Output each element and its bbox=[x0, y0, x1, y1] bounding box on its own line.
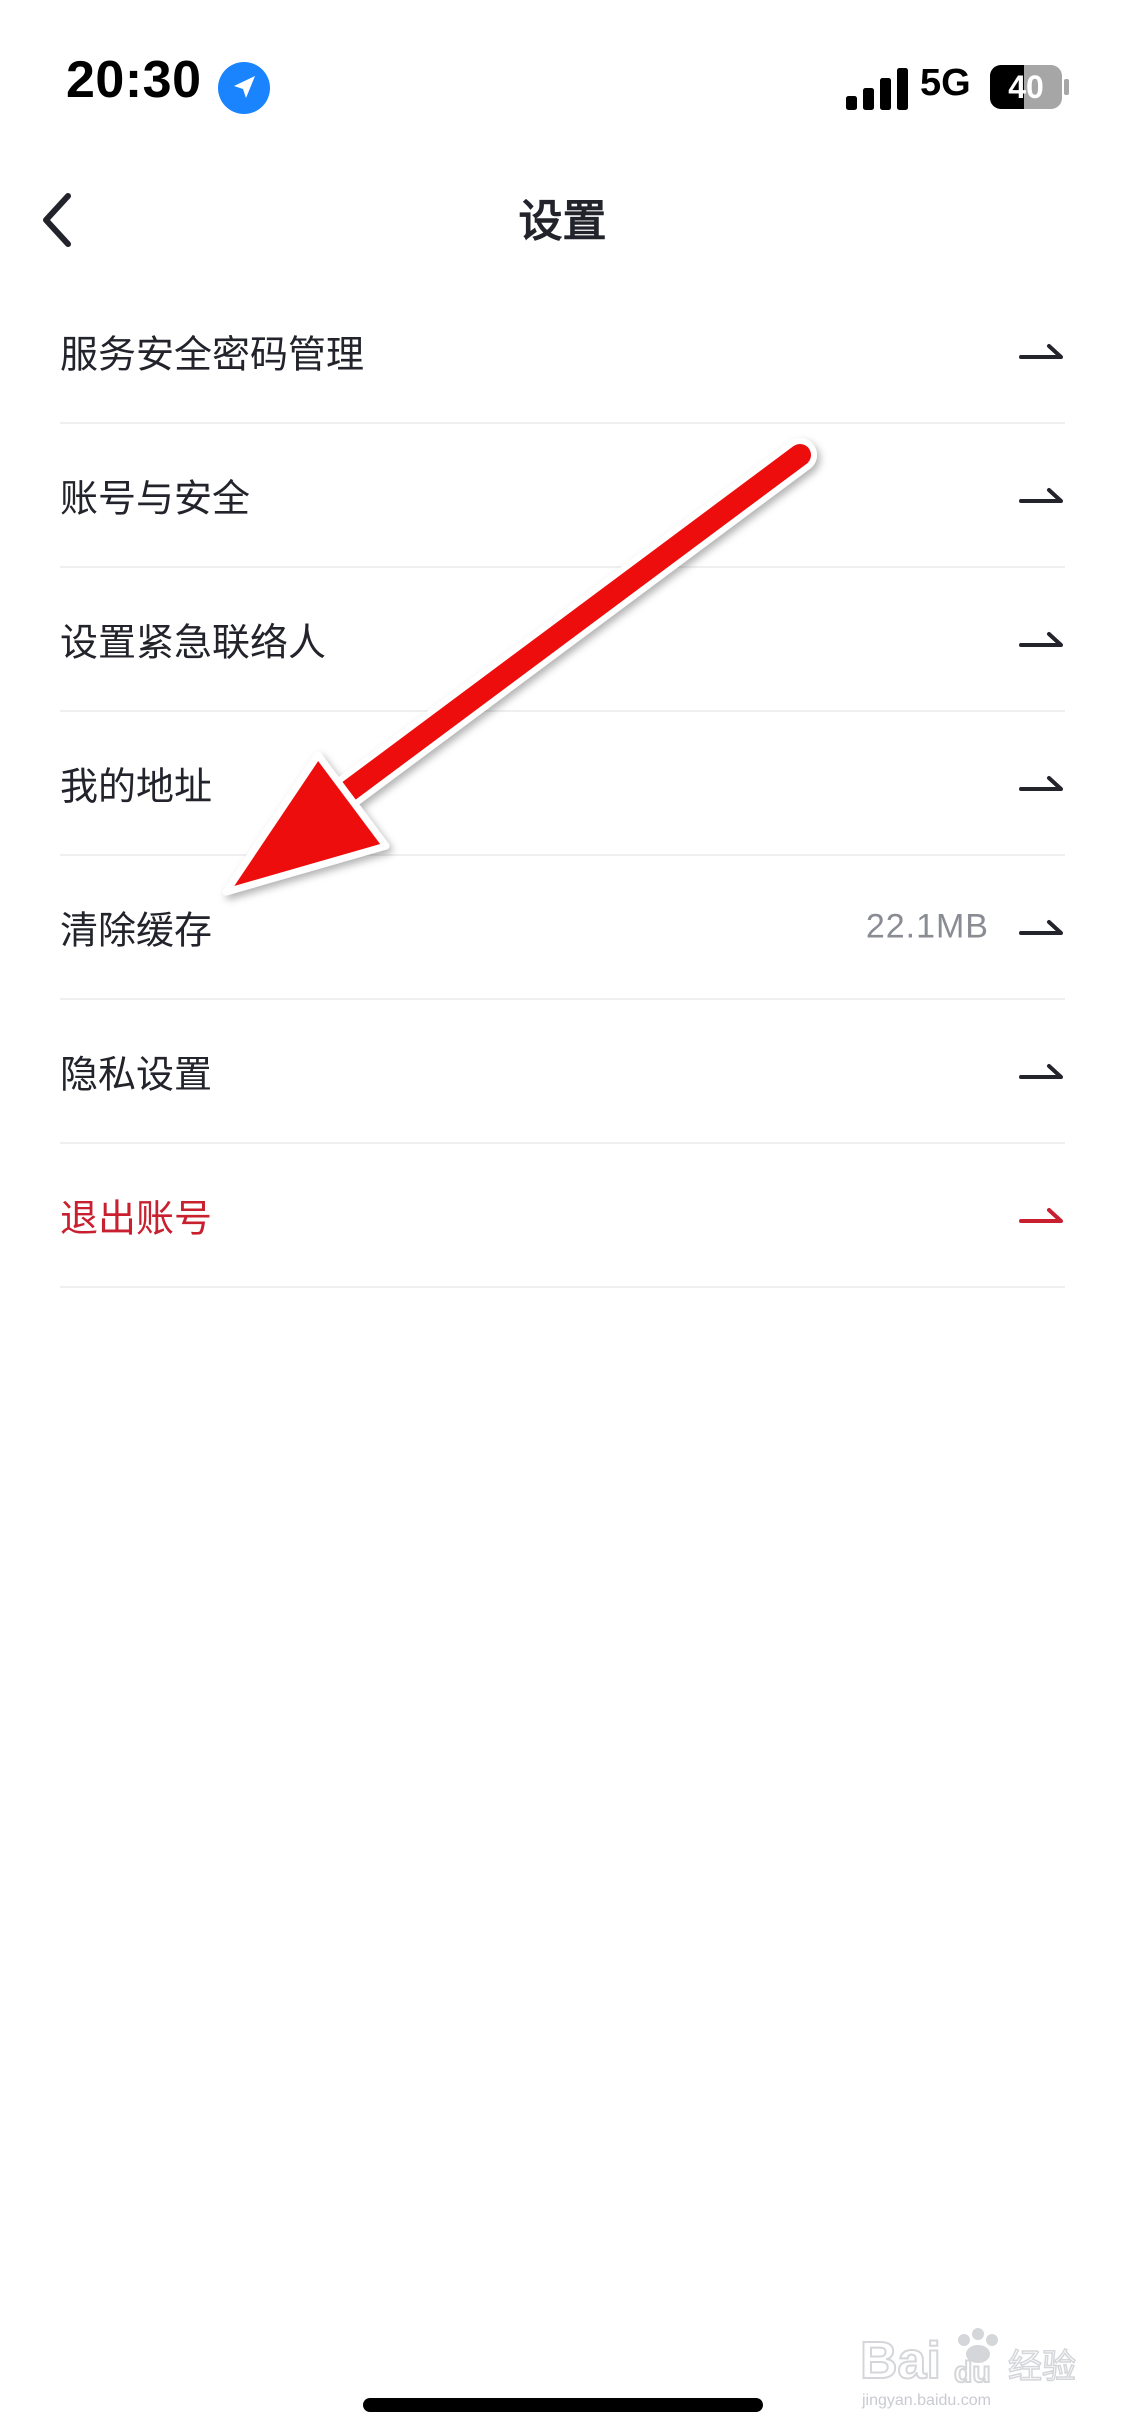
settings-item-label: 我的地址 bbox=[60, 764, 213, 809]
settings-item-clear-cache[interactable]: 清除缓存 22.1MB bbox=[60, 856, 1065, 1000]
cache-size-value: 22.1MB bbox=[865, 907, 989, 946]
arrow-right-icon bbox=[1019, 920, 1063, 935]
settings-item-label: 清除缓存 bbox=[60, 908, 213, 953]
svg-text:du: du bbox=[954, 2356, 991, 2389]
settings-item-emergency-contact[interactable]: 设置紧急联络人 bbox=[60, 568, 1065, 712]
settings-item-label: 账号与安全 bbox=[60, 476, 251, 521]
settings-item-label: 服务安全密码管理 bbox=[60, 332, 365, 377]
location-arrow-icon bbox=[218, 62, 270, 114]
svg-text:Bai: Bai bbox=[860, 2332, 941, 2390]
settings-item-privacy[interactable]: 隐私设置 bbox=[60, 1000, 1065, 1144]
settings-item-label: 隐私设置 bbox=[60, 1052, 213, 1097]
arrow-right-icon bbox=[1019, 632, 1063, 647]
status-bar: 20:30 5G 40 bbox=[0, 0, 1125, 150]
settings-item-label: 退出账号 bbox=[60, 1196, 213, 1241]
settings-item-service-password[interactable]: 服务安全密码管理 bbox=[60, 280, 1065, 424]
page-title: 设置 bbox=[518, 196, 607, 247]
settings-item-label: 设置紧急联络人 bbox=[60, 620, 327, 665]
cellular-signal-icon bbox=[846, 68, 908, 110]
home-indicator[interactable] bbox=[363, 2398, 763, 2412]
arrow-right-icon bbox=[1019, 344, 1063, 359]
arrow-right-icon bbox=[1019, 1064, 1063, 1079]
settings-item-logout[interactable]: 退出账号 bbox=[60, 1144, 1065, 1288]
arrow-right-icon bbox=[1019, 776, 1063, 791]
network-type: 5G bbox=[920, 62, 971, 104]
battery-level: 40 bbox=[1008, 69, 1044, 105]
svg-text:经验: 经验 bbox=[1008, 2347, 1076, 2387]
baidu-watermark-logo: Bai du 经验 bbox=[860, 2328, 1077, 2391]
watermark-url: jingyan.baidu.com bbox=[862, 2392, 991, 2409]
settings-list: 服务安全密码管理 账号与安全 设置紧急联络人 我的地址 清除缓存 22.1MB … bbox=[60, 280, 1065, 1288]
settings-item-account-security[interactable]: 账号与安全 bbox=[60, 424, 1065, 568]
arrow-right-icon bbox=[1019, 1208, 1063, 1223]
settings-item-my-address[interactable]: 我的地址 bbox=[60, 712, 1065, 856]
status-time: 20:30 bbox=[66, 51, 202, 109]
arrow-right-icon bbox=[1019, 488, 1063, 503]
